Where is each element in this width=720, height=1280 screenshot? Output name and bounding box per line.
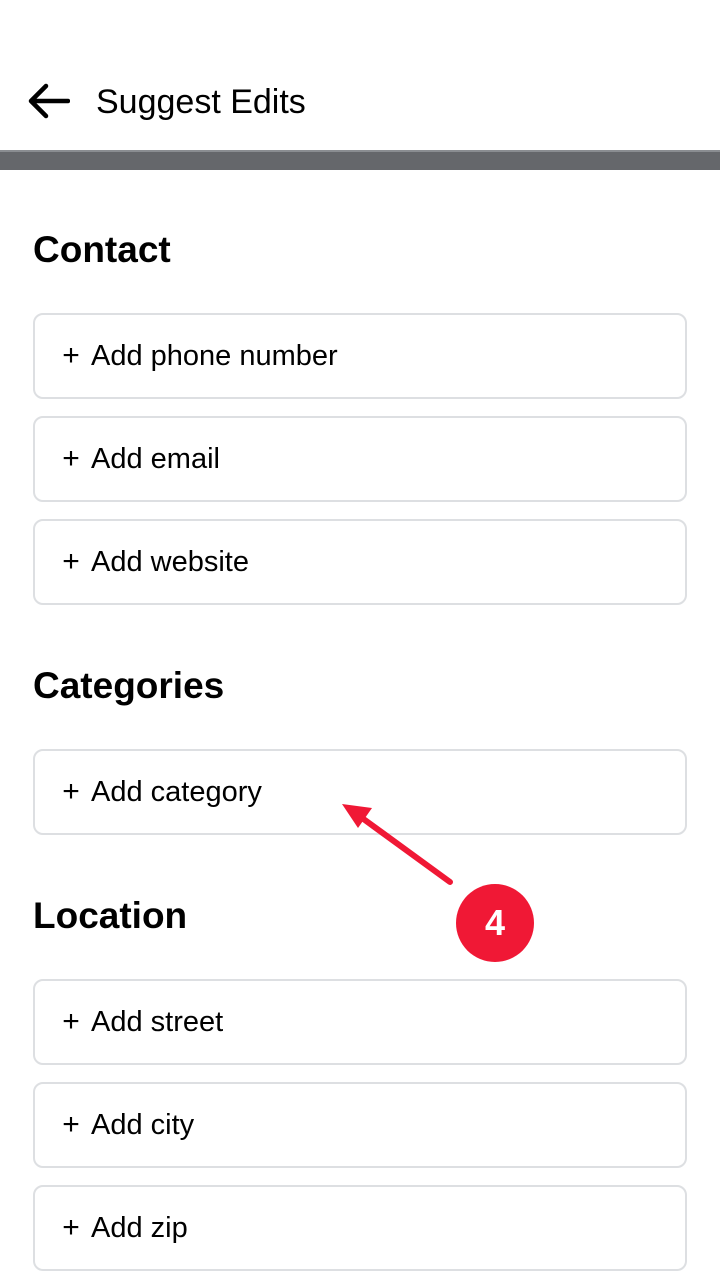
add-zip-button[interactable]: + Add zip: [33, 1185, 687, 1271]
plus-icon: +: [62, 442, 80, 475]
plus-icon: +: [62, 339, 80, 372]
add-street-button[interactable]: + Add street: [33, 979, 687, 1065]
app-header: Suggest Edits: [0, 0, 720, 152]
add-city-button[interactable]: + Add city: [33, 1082, 687, 1168]
row-label: Add phone number: [91, 340, 338, 372]
add-website-button[interactable]: + Add website: [33, 519, 687, 605]
plus-icon: +: [62, 545, 80, 578]
section-title-contact: Contact: [33, 229, 171, 270]
plus-icon: +: [62, 1005, 80, 1038]
add-email-button[interactable]: + Add email: [33, 416, 687, 502]
suggest-edits-screen: Suggest Edits Contact + Add phone number…: [0, 0, 720, 1280]
section-title-categories: Categories: [33, 665, 225, 706]
plus-icon: +: [62, 1211, 80, 1244]
page-title: Suggest Edits: [96, 83, 306, 121]
row-label: Add zip: [91, 1212, 188, 1244]
section-title-location: Location: [33, 895, 188, 936]
back-button[interactable]: [22, 78, 74, 124]
header-divider: [0, 150, 720, 170]
plus-icon: +: [62, 1108, 80, 1141]
row-label: Add email: [91, 443, 220, 475]
step-number-badge: 4: [456, 884, 534, 962]
add-category-button[interactable]: + Add category: [33, 749, 687, 835]
row-label: Add street: [91, 1006, 224, 1038]
row-label: Add category: [91, 776, 262, 808]
arrow-left-icon: [28, 83, 70, 119]
plus-icon: +: [62, 775, 80, 808]
row-label: Add city: [91, 1109, 195, 1141]
add-phone-number-button[interactable]: + Add phone number: [33, 313, 687, 399]
row-label: Add website: [91, 546, 249, 578]
